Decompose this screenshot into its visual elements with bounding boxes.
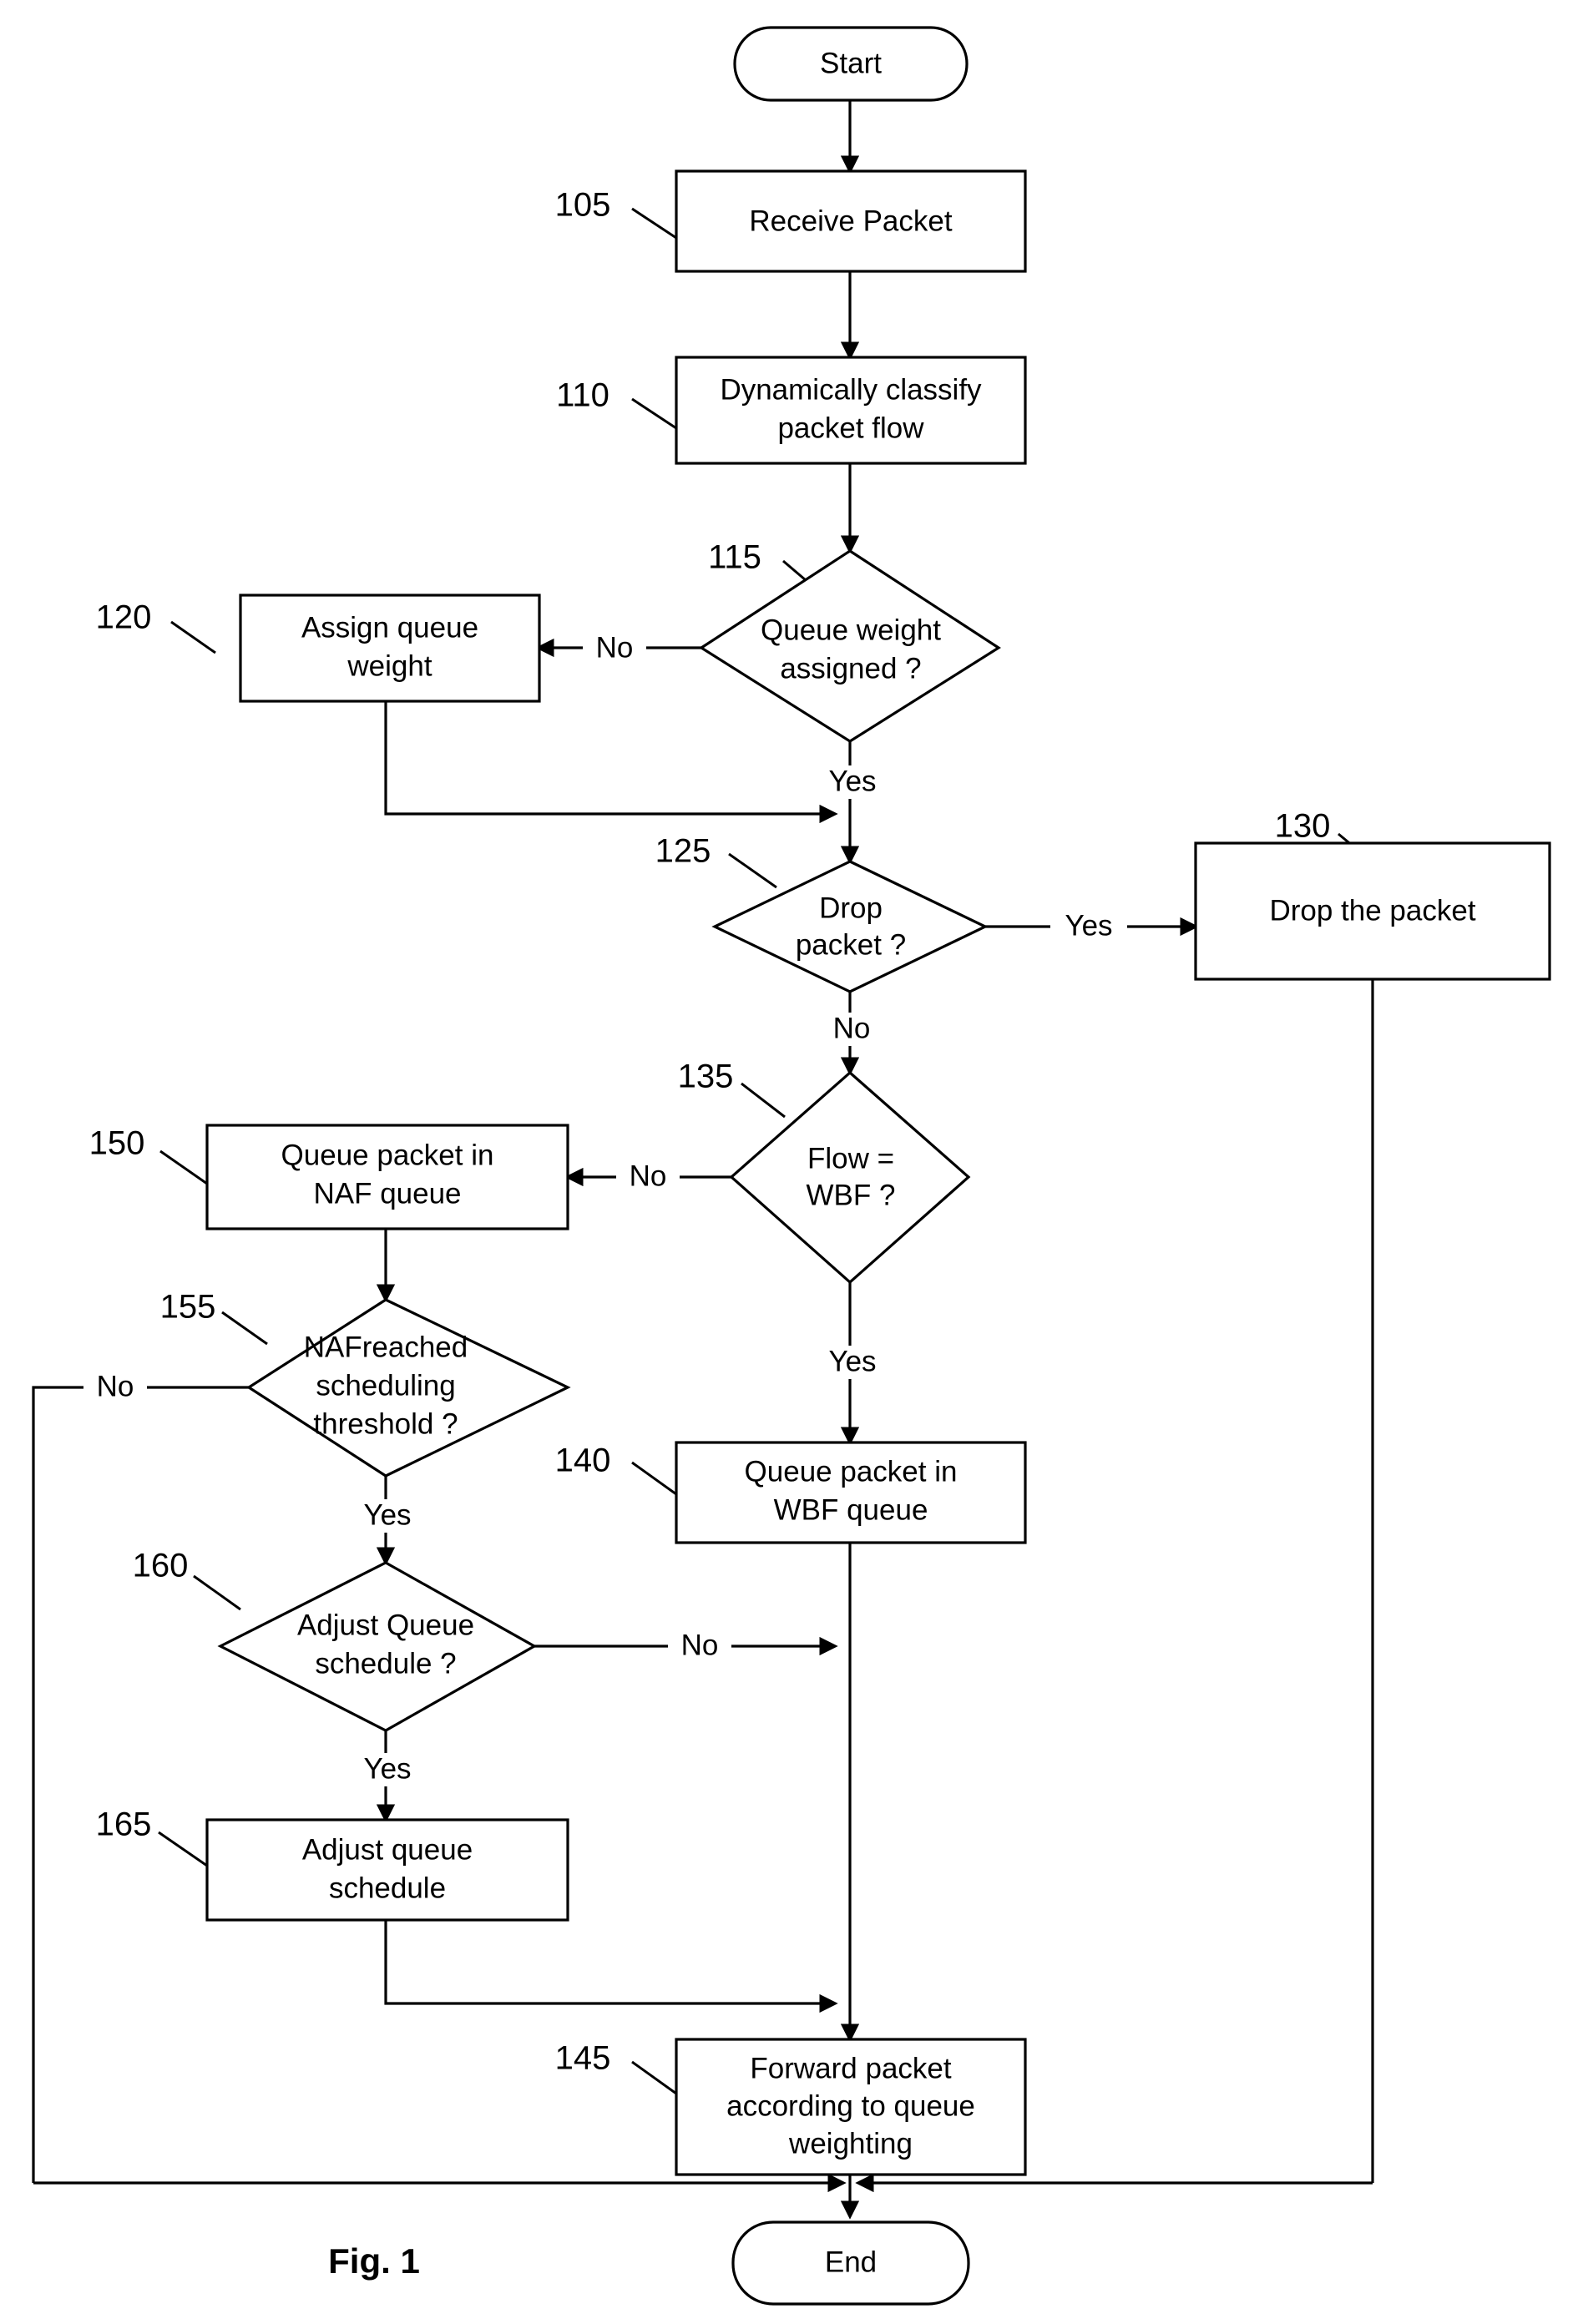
node-110-label-line1: Dynamically classify (720, 373, 982, 406)
ref-150: 150 (89, 1125, 145, 1162)
node-125[interactable] (711, 860, 989, 993)
edge-label-155-no: No (97, 1370, 134, 1402)
ref-135: 135 (678, 1058, 734, 1095)
node-120-label-line2: weight (346, 649, 432, 682)
figure-canvas: Start Receive Packet 105 Dynamically cla… (0, 0, 1578, 2324)
node-155-label-line1: NAFreached (304, 1331, 468, 1363)
node-160-label-line1: Adjust Queue (297, 1609, 474, 1641)
leader-165 (158, 1831, 208, 1867)
node-start-label: Start (820, 47, 882, 79)
leader-145 (631, 2060, 677, 2095)
ref-110: 110 (556, 377, 609, 414)
leader-150 (159, 1149, 208, 1185)
node-145-label-line1: Forward packet (750, 2052, 951, 2084)
node-end-label: End (825, 2246, 877, 2278)
leader-135 (741, 1082, 786, 1119)
ref-140: 140 (555, 1442, 611, 1479)
edge-label-115-no: No (596, 631, 634, 664)
ref-115: 115 (708, 539, 761, 576)
node-165-label-line1: Adjust queue (302, 1833, 473, 1866)
node-125-label-line1: Drop (819, 892, 883, 924)
leader-125 (728, 852, 777, 889)
figure-caption: Fig. 1 (328, 2241, 420, 2281)
edge-165-to-spine (384, 1920, 838, 2013)
ref-125: 125 (655, 833, 711, 870)
edge-label-135-yes: Yes (828, 1345, 876, 1377)
edge-label-125-no: No (833, 1012, 871, 1044)
ref-105: 105 (555, 187, 611, 224)
node-135-label-line2: WBF ? (807, 1179, 896, 1211)
flowchart-svg: Start Receive Packet 105 Dynamically cla… (32, 26, 1551, 2306)
ref-165: 165 (96, 1806, 152, 1843)
edge-label-155-yes: Yes (363, 1498, 411, 1531)
node-125-label-line2: packet ? (796, 928, 906, 961)
leader-155 (221, 1311, 268, 1346)
node-165-label-line2: schedule (329, 1872, 446, 1904)
node-140-label-line2: WBF queue (774, 1493, 928, 1526)
node-145-label-line2: according to queue (726, 2089, 975, 2122)
edge-120-to-merge (384, 701, 838, 824)
leader-110 (631, 397, 677, 430)
node-130-label: Drop the packet (1269, 894, 1475, 927)
node-120-label-line1: Assign queue (301, 611, 478, 644)
leader-120 (170, 620, 216, 654)
node-140-label-line1: Queue packet in (745, 1455, 958, 1488)
edge-label-135-no: No (630, 1159, 667, 1192)
node-135-label-line1: Flow = (807, 1142, 894, 1175)
ref-160: 160 (133, 1548, 189, 1584)
node-155-label-line2: scheduling (316, 1369, 455, 1402)
node-150-label-line1: Queue packet in (281, 1139, 494, 1171)
ref-155: 155 (160, 1289, 216, 1326)
node-145-label-line3: weighting (788, 2127, 913, 2160)
leader-140 (631, 1461, 677, 1496)
edge-label-125-yes: Yes (1065, 909, 1112, 942)
edge-label-115-yes: Yes (828, 765, 876, 797)
ref-120: 120 (96, 599, 152, 636)
node-110-label-line2: packet flow (777, 412, 924, 444)
node-160-label-line2: schedule ? (315, 1647, 456, 1680)
node-115-label-line2: assigned ? (780, 652, 921, 685)
ref-130: 130 (1275, 808, 1331, 845)
edge-155-no-to-left-rail (32, 1386, 249, 2183)
node-150-label-line2: NAF queue (313, 1177, 461, 1210)
node-105-label: Receive Packet (749, 205, 952, 237)
node-115-label-line1: Queue weight (761, 614, 941, 646)
leader-105 (631, 207, 677, 240)
node-155-label-line3: threshold ? (313, 1407, 458, 1440)
edge-label-160-yes: Yes (363, 1752, 411, 1785)
ref-145: 145 (555, 2040, 611, 2077)
leader-160 (193, 1574, 241, 1611)
edge-label-160-no: No (681, 1629, 719, 1661)
